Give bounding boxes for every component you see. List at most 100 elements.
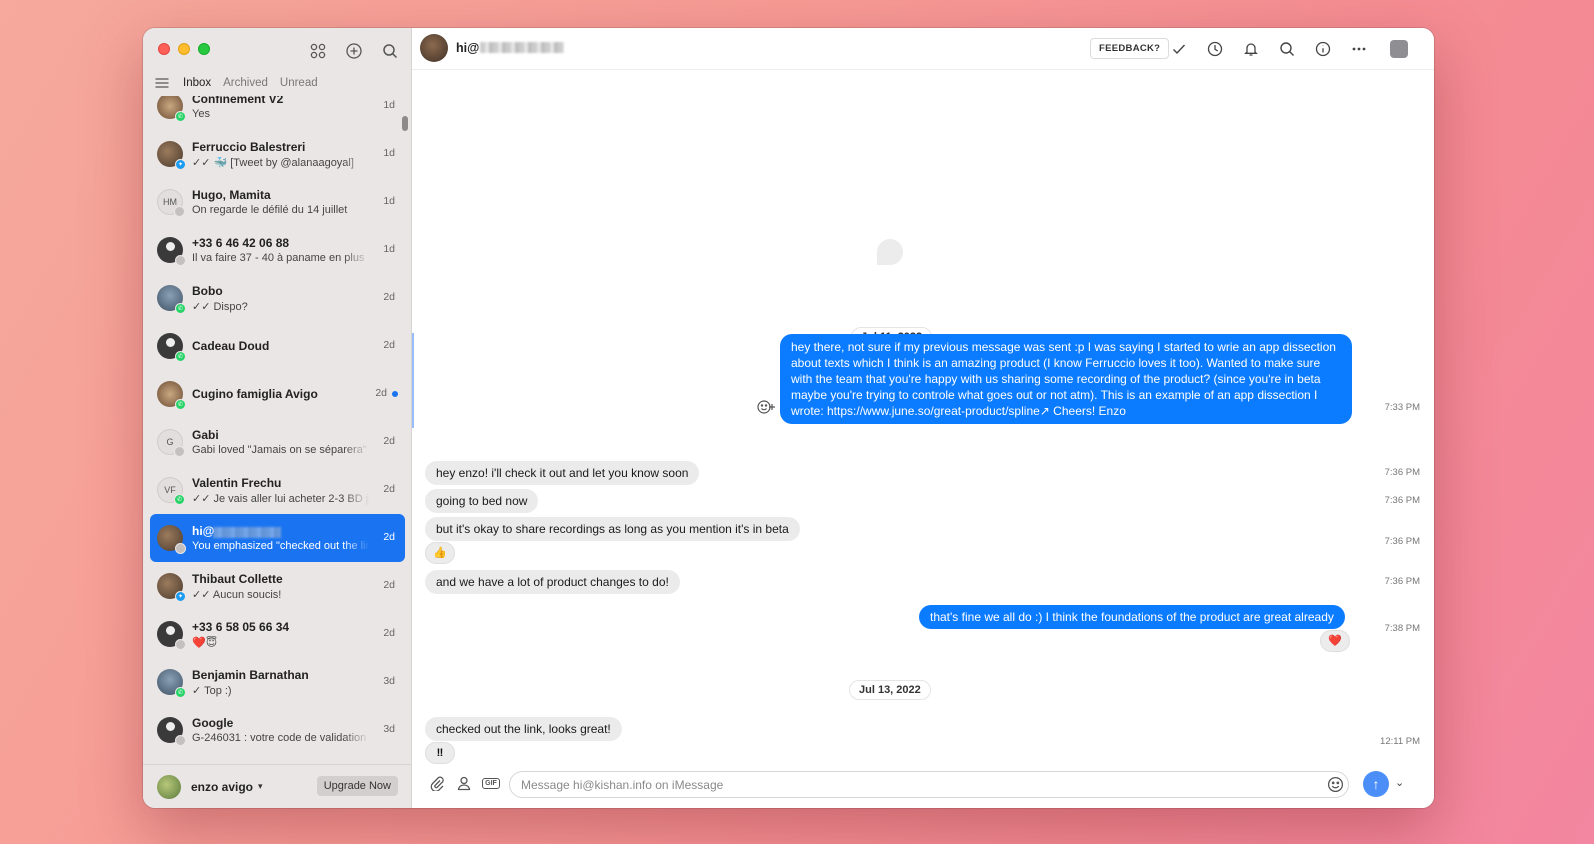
conversation-item[interactable]: ✆ Cadeau Doud 2d (150, 322, 405, 370)
conversation-time: 1d (383, 195, 395, 207)
conversation-item[interactable]: +33 6 58 05 66 34 ❤️😇 2d (150, 610, 405, 658)
compose-icon[interactable] (343, 40, 365, 62)
imessage-icon (175, 639, 186, 650)
conversation-time: 2d (383, 627, 395, 639)
conversation-item[interactable]: ✦ Ferruccio Balestreri ✓✓ 🐳 [Tweet by @ala… (150, 130, 405, 178)
chat-bubble-icon (877, 239, 903, 265)
conversation-text: Confinement V2 Yes (192, 96, 370, 120)
sidebar-scrollbar[interactable] (402, 116, 408, 131)
message-bubble-outgoing[interactable]: hey there, not sure if my previous messa… (780, 334, 1352, 424)
imessage-icon (174, 206, 185, 217)
conversation-time: 3d (383, 723, 395, 735)
feedback-button[interactable]: FEEDBACK? (1090, 38, 1170, 59)
apple-icon[interactable] (1390, 40, 1408, 58)
contact-avatar[interactable] (420, 34, 448, 62)
message-bubble-incoming[interactable]: but it's okay to share recordings as lon… (425, 517, 800, 541)
conversation-item[interactable]: VF ✆ Valentin Frechu ✓✓ Je vais aller lui a… (150, 466, 405, 514)
thread-scroll-indicator (412, 333, 414, 428)
user-name[interactable]: enzo avigo (191, 780, 253, 794)
minimize-window-button[interactable] (178, 43, 190, 55)
conversation-text: Hugo, Mamita On regarde le défilé du 14 j… (192, 188, 370, 216)
conversation-item[interactable]: ✆ Bobo ✓✓ Dispo? 2d (150, 274, 405, 322)
tab-archived[interactable]: Archived (223, 77, 268, 89)
message-bubble-incoming[interactable]: hey enzo! i'll check it out and let you … (425, 461, 700, 485)
conversation-item[interactable]: ✆ Benjamin Barnathan ✓ Top :) 3d (150, 658, 405, 706)
conversation-name: Thibaut Collette (192, 571, 283, 586)
message-bubble-incoming[interactable]: going to bed now (425, 489, 539, 513)
conversation-item[interactable]: +33 6 46 42 06 88 Il va faire 37 - 40 à p… (150, 226, 405, 274)
message-time: 7:33 PM (1384, 402, 1420, 413)
conversation-time: 2d (383, 579, 395, 591)
send-button[interactable]: ↑ (1363, 771, 1389, 797)
apps-icon[interactable] (307, 40, 329, 62)
conversation-preview: ✓ Top :) (192, 684, 232, 697)
conversation-text: Cugino famiglia Avigo (192, 387, 370, 401)
conversation-list: ✆ Confinement V2 Yes 1d ✦ Ferruccio Balestrer… (143, 96, 412, 752)
message-time: 7:36 PM (1384, 536, 1420, 547)
avatar: G (157, 429, 185, 457)
conversation-time: 2d (383, 339, 395, 351)
conversation-preview: G-246031 : votre code de validation (192, 732, 367, 744)
conversation-preview: Gabi loved "Jamais on se séparera" (192, 444, 367, 456)
more-icon[interactable] (1348, 38, 1370, 60)
conversation-name: Benjamin Barnathan (192, 667, 309, 682)
attachment-icon[interactable] (428, 774, 446, 792)
contact-title[interactable]: hi@ (456, 41, 565, 55)
sidebar-toolbar (307, 40, 401, 62)
user-avatar[interactable] (157, 774, 181, 799)
conversation-item[interactable]: HM Hugo, Mamita On regarde le défilé du 14… (150, 178, 405, 226)
avatar-initials: VF (164, 485, 176, 495)
conversation-name: Google (192, 716, 234, 730)
add-reaction-icon[interactable] (756, 397, 776, 417)
conversation-time: 1d (383, 147, 395, 159)
conversation-preview: ❤️😇 (192, 636, 218, 649)
message-bubble-incoming[interactable]: checked out the link, looks great! (425, 717, 622, 741)
redacted-text (213, 527, 281, 538)
conversation-name: Gabi (192, 428, 219, 442)
conversation-text: Gabi Gabi loved "Jamais on se séparera" (192, 428, 370, 456)
avatar: ✆ (157, 96, 186, 122)
conversation-item[interactable]: ✆ Confinement V2 Yes 1d (150, 96, 405, 130)
emoji-icon[interactable] (1327, 776, 1344, 793)
check-icon[interactable] (1168, 38, 1190, 60)
message-bubble-incoming[interactable]: and we have a lot of product changes to … (425, 570, 680, 594)
gif-icon[interactable]: GIF (482, 774, 500, 792)
chat-header: hi@ FEEDBACK? (412, 28, 1434, 70)
close-window-button[interactable] (158, 43, 170, 55)
message-time: 7:36 PM (1384, 495, 1420, 506)
search-icon[interactable] (1276, 38, 1298, 60)
avatar (157, 717, 186, 746)
conversation-name: Cugino famiglia Avigo (192, 387, 318, 401)
message-bubble-outgoing[interactable]: that's fine we all do :) I think the fou… (919, 605, 1345, 629)
conversation-name: Ferruccio Balestreri (192, 139, 306, 154)
chevron-down-icon[interactable]: ⌄ (1395, 776, 1404, 789)
reaction-badge[interactable]: 👍 (425, 542, 455, 564)
tab-unread[interactable]: Unread (280, 77, 318, 89)
avatar: ✆ (157, 381, 186, 410)
clock-icon[interactable] (1204, 38, 1226, 60)
conversation-item[interactable]: ✦ Thibaut Collette ✓✓ Aucun soucis! 2d (150, 562, 405, 610)
message-time: 12:11 PM (1380, 736, 1420, 747)
avatar: ✆ (157, 285, 186, 314)
whatsapp-icon: ✆ (175, 399, 186, 410)
conversation-item[interactable]: ✆ Cugino famiglia Avigo 2d (150, 370, 405, 418)
conversation-item[interactable]: hi@ You emphasized "checked out the link 2… (150, 514, 405, 562)
conversation-preview: Yes (192, 108, 210, 120)
search-icon[interactable] (379, 40, 401, 62)
conversation-text: Cadeau Doud (192, 339, 370, 353)
reaction-badge[interactable]: ❤️ (1320, 630, 1350, 652)
bell-icon[interactable] (1240, 38, 1262, 60)
zoom-window-button[interactable] (198, 43, 210, 55)
tab-inbox[interactable]: Inbox (183, 77, 211, 89)
upgrade-button[interactable]: Upgrade Now (316, 776, 398, 796)
whatsapp-icon: ✆ (175, 303, 186, 314)
unread-indicator (392, 391, 398, 397)
conversation-item[interactable]: Google G-246031 : votre code de validatio… (150, 706, 405, 752)
conversation-item[interactable]: G Gabi Gabi loved "Jamais on se séparera" 2… (150, 418, 405, 466)
menu-icon[interactable] (155, 78, 169, 88)
conversation-name: Hugo, Mamita (192, 188, 271, 202)
chevron-down-icon[interactable]: ▾ (258, 781, 263, 792)
message-input[interactable] (509, 771, 1349, 798)
info-icon[interactable] (1312, 38, 1334, 60)
contact-card-icon[interactable] (455, 774, 473, 792)
